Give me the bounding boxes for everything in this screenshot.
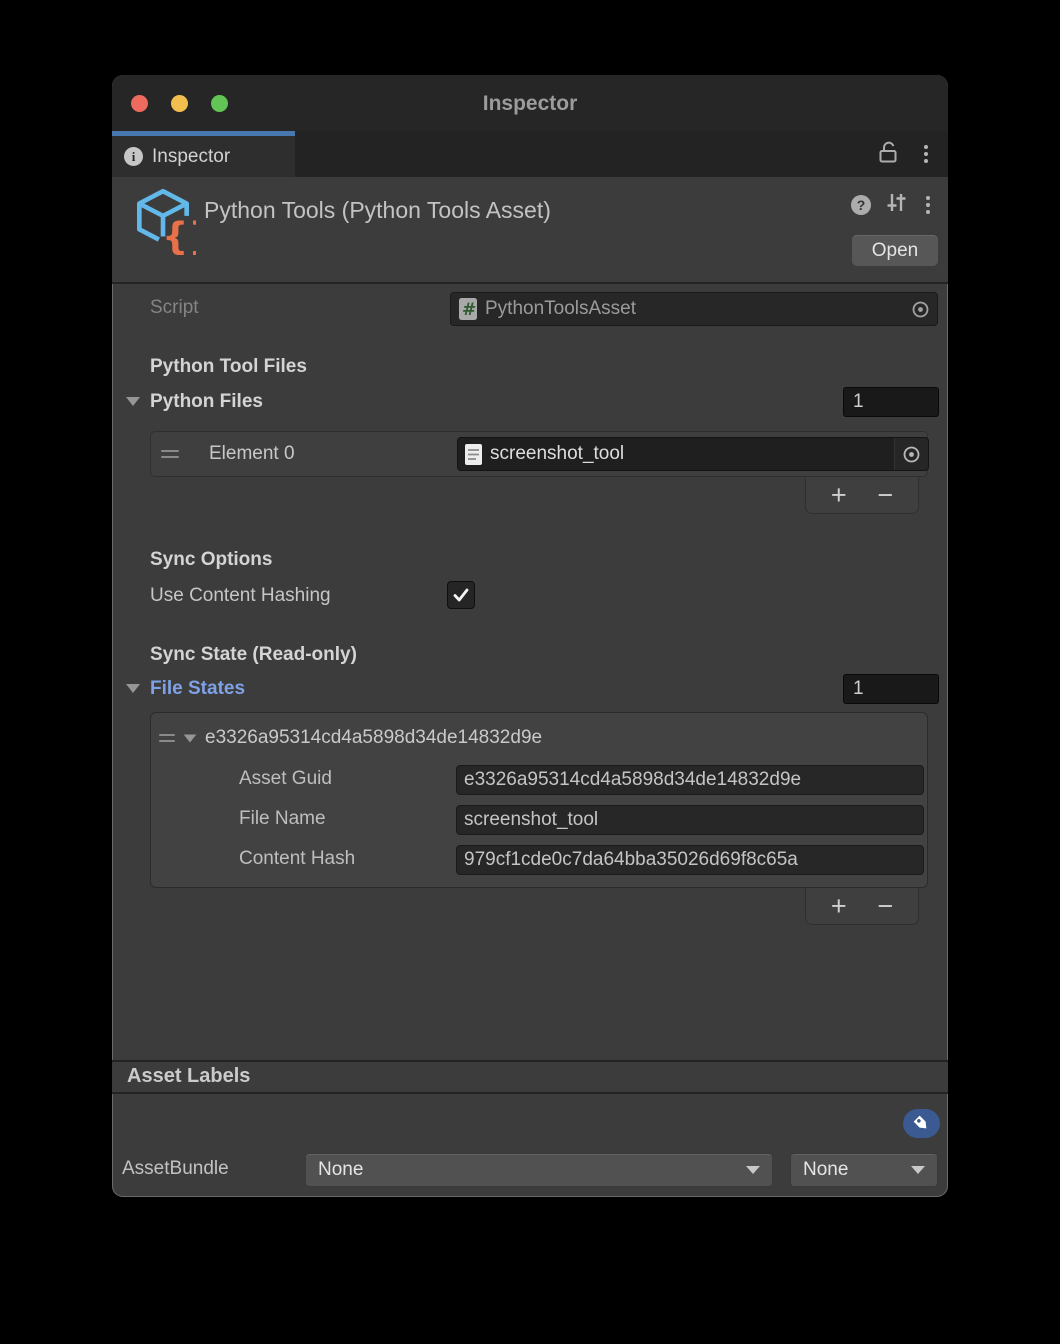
assetbundle-variant-value: None (803, 1159, 911, 1181)
drag-handle-icon[interactable] (161, 450, 179, 458)
component-header: {} Python Tools (Python Tools Asset) ? O… (112, 177, 948, 284)
asset-label-tag-button[interactable] (903, 1109, 940, 1138)
add-element-button[interactable]: + (825, 482, 853, 509)
tab-label: Inspector (152, 146, 230, 168)
tab-menu-icon[interactable] (920, 141, 932, 167)
script-label: Script (150, 297, 199, 319)
assetbundle-value: None (318, 1159, 746, 1181)
svg-text:#: # (462, 300, 476, 320)
python-files-size-field[interactable]: 1 (843, 387, 939, 417)
tag-icon (912, 1114, 931, 1133)
content-hash-field[interactable]: 979cf1cde0c7da64bba35026d69f8c65a (456, 845, 924, 875)
chevron-down-icon (911, 1166, 925, 1174)
file-name-label: File Name (239, 808, 326, 830)
python-files-element-row[interactable]: Element 0 screenshot_tool (150, 431, 928, 477)
python-files-foldout-icon[interactable] (126, 397, 140, 406)
python-tools-asset-icon: {} (130, 185, 196, 260)
python-files-label[interactable]: Python Files (150, 391, 263, 413)
asset-guid-label: Asset Guid (239, 768, 332, 790)
element-object-field[interactable]: screenshot_tool (457, 437, 929, 471)
component-menu-icon[interactable] (922, 192, 934, 218)
unlock-icon[interactable] (876, 138, 900, 170)
section-sync-options: Sync Options (150, 549, 272, 571)
assetbundle-label: AssetBundle (122, 1158, 229, 1180)
asset-labels-title: Asset Labels (127, 1065, 250, 1088)
asset-guid-row: Asset Guid e3326a95314cd4a5898d34de14832… (151, 765, 929, 795)
file-name-field[interactable]: screenshot_tool (456, 805, 924, 835)
tab-inspector[interactable]: i Inspector (112, 131, 295, 177)
svg-text:{}: {} (162, 215, 196, 255)
object-picker-icon[interactable] (894, 438, 928, 470)
presets-icon[interactable] (885, 191, 908, 219)
titlebar: Inspector (112, 75, 948, 131)
file-states-size-field[interactable]: 1 (843, 674, 939, 704)
script-value: PythonToolsAsset (485, 298, 905, 320)
file-state-header[interactable]: e3326a95314cd4a5898d34de14832d9e (159, 725, 542, 751)
use-content-hashing-label: Use Content Hashing (150, 585, 331, 607)
file-states-list-controls: + − (805, 888, 919, 925)
section-sync-state: Sync State (Read-only) (150, 644, 357, 666)
entry-guid-title: e3326a95314cd4a5898d34de14832d9e (205, 727, 542, 749)
element-value: screenshot_tool (490, 443, 894, 465)
file-states-foldout-icon[interactable] (126, 684, 140, 693)
inspector-window: Inspector i Inspector {} (112, 75, 948, 1197)
element-label: Element 0 (209, 443, 295, 465)
file-name-row: File Name screenshot_tool (151, 805, 929, 835)
python-files-list-controls: + − (805, 477, 919, 514)
entry-foldout-icon[interactable] (184, 734, 197, 742)
asset-labels-bar[interactable]: Asset Labels (112, 1060, 948, 1094)
open-button[interactable]: Open (852, 235, 938, 266)
remove-element-button[interactable]: − (871, 482, 899, 509)
help-icon[interactable]: ? (851, 195, 871, 215)
chevron-down-icon (746, 1166, 760, 1174)
remove-element-button[interactable]: − (871, 893, 899, 920)
assetbundle-variant-dropdown[interactable]: None (790, 1153, 938, 1187)
file-state-entry: e3326a95314cd4a5898d34de14832d9e Asset G… (150, 712, 928, 888)
script-object-field[interactable]: # PythonToolsAsset (450, 292, 938, 326)
asset-guid-field[interactable]: e3326a95314cd4a5898d34de14832d9e (456, 765, 924, 795)
file-states-label[interactable]: File States (150, 678, 245, 700)
assetbundle-dropdown[interactable]: None (305, 1153, 773, 1187)
window-title: Inspector (112, 75, 948, 131)
csharp-script-icon: # (458, 297, 478, 321)
tab-strip: i Inspector (112, 131, 948, 177)
content-hash-row: Content Hash 979cf1cde0c7da64bba35026d69… (151, 845, 929, 875)
content-hash-label: Content Hash (239, 848, 355, 870)
check-icon (451, 585, 471, 605)
use-content-hashing-checkbox[interactable] (447, 581, 475, 609)
add-element-button[interactable]: + (825, 893, 853, 920)
drag-handle-icon[interactable] (159, 734, 175, 742)
info-icon: i (124, 147, 143, 166)
object-picker-icon[interactable] (911, 300, 930, 319)
text-asset-icon (464, 443, 483, 466)
section-python-tool-files: Python Tool Files (150, 356, 307, 378)
component-title: Python Tools (Python Tools Asset) (204, 197, 551, 224)
